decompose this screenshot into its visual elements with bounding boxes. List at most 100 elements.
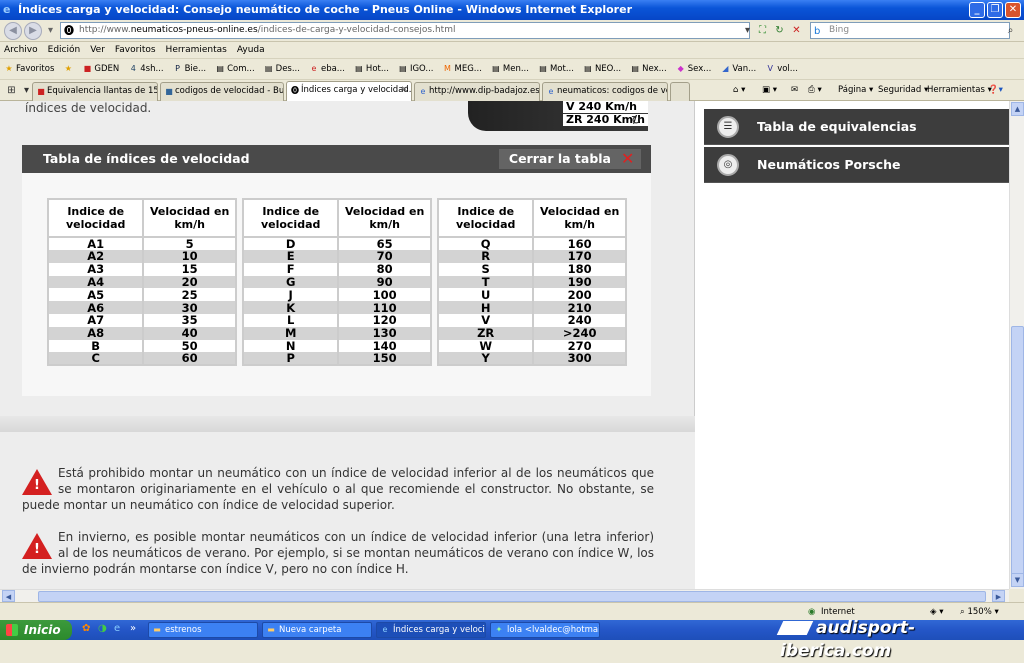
menu-favorites[interactable]: Favoritos (115, 42, 156, 58)
search-icon[interactable]: ⌕ (1003, 23, 1018, 38)
start-button[interactable]: Inicio (0, 620, 72, 640)
fav-item[interactable]: ▤ Mot... (538, 59, 574, 79)
speed-index-cell: L (241, 313, 340, 327)
horizontal-scrollbar[interactable]: ◀ ▶ (0, 589, 1009, 602)
table-row: U 200 (436, 288, 627, 302)
close-button[interactable]: ✕ (1005, 2, 1021, 18)
quicklaunch-icon[interactable]: e (114, 623, 120, 634)
fav-item[interactable]: ▤ NEO... (583, 59, 621, 79)
tab[interactable]: ■Equivalencia llantas de 15 a ... (32, 82, 158, 101)
fav-item[interactable]: ▤ Com... (215, 59, 254, 79)
home-icon[interactable]: ⌂ ▾ (733, 80, 745, 101)
vertical-scrollbar[interactable]: ▲ ▼ (1009, 101, 1024, 589)
warning-note: ! Está prohibido montar un neumático con… (22, 466, 654, 512)
scroll-up-icon[interactable]: ▲ (1011, 102, 1024, 116)
menu-tools[interactable]: Herramientas (166, 42, 227, 58)
tab[interactable]: ■codigos de velocidad - Busca... (160, 82, 284, 101)
menu-file[interactable]: Archivo (4, 42, 38, 58)
speed-value-cell: 110 (337, 301, 432, 314)
speed-index-cell: V (436, 313, 535, 327)
scroll-right-icon[interactable]: ▶ (992, 590, 1005, 602)
compat-icon[interactable]: ⛶ (755, 23, 770, 38)
minimize-button[interactable]: _ (969, 2, 985, 18)
table-row: Q 160 (436, 237, 627, 250)
new-tab-button[interactable] (670, 82, 690, 101)
table-row: G 90 (241, 275, 432, 289)
security-menu[interactable]: Seguridad ▾ (878, 80, 928, 101)
tab-active[interactable]: ⓿ Índices carga y velocidad... ✕ (286, 81, 412, 101)
speed-index-cell: U (436, 288, 535, 302)
page-menu[interactable]: Página ▾ (838, 80, 873, 101)
forward-button[interactable]: ▶ (24, 22, 42, 40)
quicklaunch-more-icon[interactable]: » (130, 623, 136, 634)
table-row: A8 40 (46, 326, 237, 340)
folder-icon: ▬ (153, 625, 161, 634)
fav-item[interactable]: ▤ Des... (264, 59, 300, 79)
stop-icon[interactable]: ✕ (789, 23, 804, 38)
panel-title: Tabla de índices de velocidad (43, 151, 250, 166)
window-title: Índices carga y velocidad: Consejo neumá… (18, 3, 632, 16)
feeds-icon[interactable]: ▣ ▾ (762, 80, 777, 101)
fav-item[interactable]: ◢ Van... (720, 59, 756, 79)
tab[interactable]: ehttp://www.dip-badajoz.es/c... (414, 82, 540, 101)
fav-item[interactable]: ▤ Men... (491, 59, 529, 79)
maximize-button[interactable]: ❐ (987, 2, 1003, 18)
taskbar-item[interactable]: ▬ Nueva carpeta (262, 622, 372, 638)
scroll-down-icon[interactable]: ▼ (1011, 573, 1024, 587)
speed-index-cell: D (241, 237, 340, 250)
taskbar-item-active[interactable]: e Índices carga y veloci... (376, 622, 486, 638)
quicklaunch-icon[interactable]: ◑ (98, 623, 107, 634)
speed-value-cell: 150 (337, 352, 432, 366)
scroll-left-icon[interactable]: ◀ (2, 590, 15, 602)
speed-index-cell: A8 (46, 326, 145, 340)
table-icon: ☰ (717, 116, 739, 138)
menu-help[interactable]: Ayuda (237, 42, 265, 58)
url-dropdown-icon[interactable]: ▾ (740, 23, 755, 38)
sidebar-item-porsche[interactable]: ◎ Neumáticos Porsche (704, 147, 1009, 183)
quick-tabs-icon[interactable]: ⊞ (4, 83, 19, 98)
porsche-logo-icon: ◎ (717, 154, 739, 176)
table-row: T 190 (436, 275, 627, 289)
speed-value-cell: 15 (142, 262, 237, 276)
fav-item[interactable]: Vvol... (765, 59, 797, 79)
intro-text: índices de velocidad. (25, 101, 152, 115)
url-input[interactable]: ⓿ http://www.neumaticos-pneus-online.es/i… (60, 22, 750, 39)
help-icon[interactable]: ❓▾ (988, 80, 1003, 101)
sidebar: ☰ Tabla de equivalencias ◎ Neumáticos Po… (696, 101, 1009, 589)
sidebar-item-equivalencias[interactable]: ☰ Tabla de equivalencias (704, 109, 1009, 145)
speed-value-cell: 200 (532, 288, 627, 302)
print-icon[interactable]: ⎙ ▾ (808, 80, 822, 101)
favorites-button[interactable]: ★ Favoritos (4, 59, 54, 79)
tab[interactable]: eneumaticos: codigos de veloc... (542, 82, 668, 101)
fav-item[interactable]: P Bie... (173, 59, 206, 79)
taskbar-item[interactable]: ✦lola <lvaldec@hotmail... (490, 622, 600, 638)
speed-index-cell: P (241, 352, 340, 366)
close-tab-icon[interactable]: ✕ (401, 82, 408, 99)
fav-item[interactable]: ■ GDEN (82, 59, 120, 79)
fav-item[interactable]: ▤ Nex... (630, 59, 666, 79)
fav-item[interactable]: ▤ IGO... (398, 59, 433, 79)
fav-item[interactable]: 4 4sh... (128, 59, 164, 79)
main-column: índices de velocidad. V 240 Km/h ZR 240 … (0, 101, 695, 589)
page-icon: ⓿ (64, 26, 74, 37)
speed-index-cell: A6 (46, 301, 145, 314)
scroll-thumb[interactable] (1011, 326, 1024, 576)
search-input[interactable]: b Bing (810, 22, 1010, 39)
menu-edit[interactable]: Edición (48, 42, 81, 58)
hscroll-thumb[interactable] (38, 591, 986, 602)
taskbar-item[interactable]: ▬ estrenos (148, 622, 258, 638)
refresh-icon[interactable]: ↻ (772, 23, 787, 38)
back-button[interactable]: ◀ (4, 22, 22, 40)
fav-item[interactable]: ▤ Hot... (354, 59, 389, 79)
fav-item[interactable]: e eba... (309, 59, 345, 79)
quicklaunch-icon[interactable]: ✿ (82, 623, 90, 634)
tools-menu[interactable]: Herramientas ▾ (927, 80, 992, 101)
history-dropdown-icon[interactable]: ▾ (43, 23, 58, 38)
fav-item[interactable]: ◆ Sex... (676, 59, 712, 79)
mail-icon[interactable]: ✉ (791, 80, 798, 101)
fav-item[interactable]: M MEG... (443, 59, 482, 79)
close-table-button[interactable]: Cerrar la tabla ✕ (498, 149, 641, 169)
fav-add-icon[interactable]: ★ (63, 59, 73, 79)
menu-view[interactable]: Ver (90, 42, 105, 58)
speed-value-cell: 70 (337, 250, 432, 263)
